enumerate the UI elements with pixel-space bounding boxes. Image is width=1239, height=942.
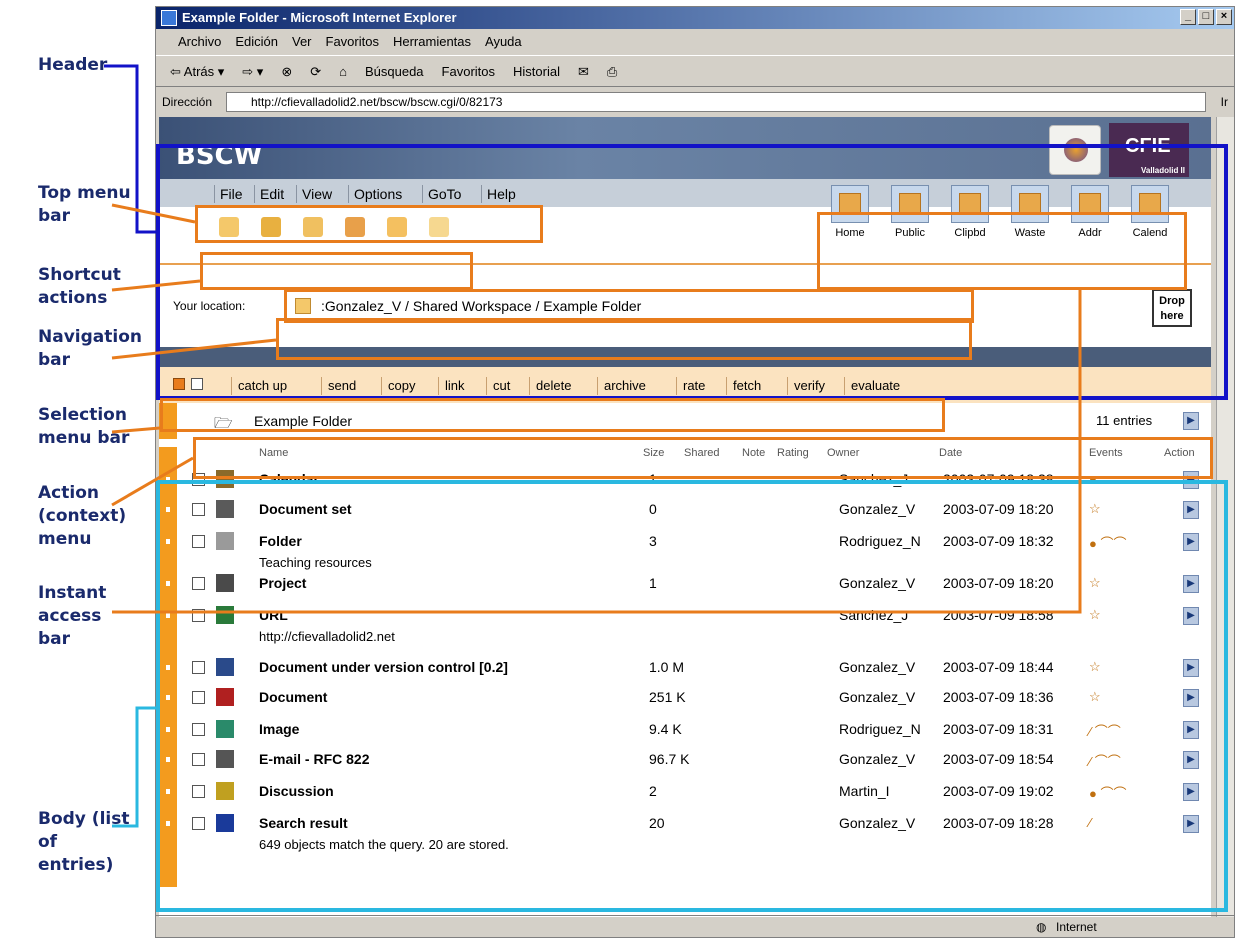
annotation-arrows — [104, 64, 1082, 828]
screenshot-root: Header Top menu bar Shortcut actions Nav… — [0, 0, 1239, 942]
